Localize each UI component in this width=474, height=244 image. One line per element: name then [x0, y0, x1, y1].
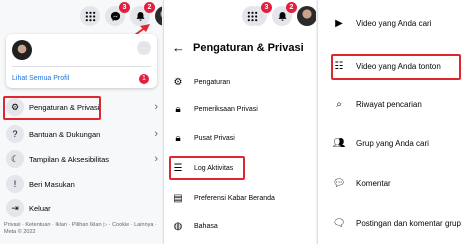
- profile-avatar-button[interactable]: [155, 6, 162, 26]
- notifications-icon[interactable]: 2: [272, 2, 297, 26]
- menu-item-logout[interactable]: ⇥ Keluar: [2, 197, 158, 219]
- settings-item-language[interactable]: ◍ Bahasa: [170, 215, 218, 237]
- account-menu-panel: 3 2 Lihat Semua Profil 1 ⚙ Pengaturan & …: [0, 0, 162, 244]
- item-label: Pengaturan: [194, 78, 231, 86]
- globe-icon: ◍: [173, 220, 183, 232]
- messenger-badge: 3: [261, 2, 272, 13]
- lock-icon: 🔒︎: [175, 132, 181, 144]
- menu-grid-icon[interactable]: [80, 6, 100, 26]
- item-label: Grup yang Anda cari: [356, 138, 429, 148]
- item-label: Bahasa: [194, 222, 218, 230]
- menu-item-display-accessibility[interactable]: ☾ Tampilan & Aksesibilitas ›: [2, 148, 158, 170]
- lock-icon: 🔒︎: [175, 103, 181, 115]
- feedback-icon: !: [6, 175, 24, 193]
- settings-privacy-panel: 3 2 ← Pengaturan & Privasi ⚙ Pengaturan …: [163, 0, 316, 244]
- item-label: Pusat Privasi: [194, 134, 235, 142]
- back-arrow-icon[interactable]: ←: [172, 40, 185, 55]
- menu-item-help-support[interactable]: ? Bantuan & Dukungan ›: [2, 123, 158, 145]
- notifications-badge: 2: [286, 2, 297, 13]
- page-title: Pengaturan & Privasi: [193, 41, 304, 54]
- profile-avatar[interactable]: [12, 40, 32, 60]
- settings-item-privacy-center[interactable]: 🔒︎ Pusat Privasi: [170, 127, 235, 149]
- menu-label: Keluar: [29, 203, 51, 213]
- chevron-right-icon: ›: [154, 153, 158, 165]
- activity-item-videos-searched[interactable]: ▶ Video yang Anda cari: [332, 12, 431, 34]
- menu-label: Beri Masukan: [29, 179, 75, 189]
- see-all-profiles-link[interactable]: Lihat Semua Profil: [12, 75, 69, 82]
- settings-item-privacy-checkup[interactable]: 🔒︎ Pemeriksaan Privasi: [170, 98, 258, 120]
- logout-icon: ⇥: [6, 199, 24, 217]
- item-label: Riwayat pencarian: [356, 99, 422, 109]
- item-label: Preferensi Kabar Beranda: [194, 194, 275, 202]
- comment-icon: 💬︎: [332, 177, 346, 189]
- menu-item-give-feedback[interactable]: ! Beri Masukan: [2, 173, 158, 195]
- messenger-badge: 3: [119, 2, 130, 13]
- menu-label: Bantuan & Dukungan: [29, 129, 101, 139]
- settings-item-pengaturan[interactable]: ⚙ Pengaturan: [170, 71, 231, 93]
- activity-item-group-posts-comments[interactable]: 🗨︎ Postingan dan komentar grup: [332, 212, 461, 234]
- activity-item-search-history[interactable]: ⌕ Riwayat pencarian: [332, 93, 422, 115]
- gear-icon: ⚙: [173, 76, 183, 88]
- divider: [12, 66, 151, 67]
- notifications-badge: 2: [144, 2, 155, 13]
- chevron-right-icon: ›: [154, 101, 158, 113]
- moon-icon: ☾: [6, 150, 24, 168]
- item-label: Komentar: [356, 178, 391, 188]
- feed-icon: ▤: [173, 192, 183, 204]
- item-label: Postingan dan komentar grup: [356, 218, 461, 228]
- highlight-box: [169, 156, 245, 180]
- group-comment-icon: 🗨︎: [332, 217, 346, 229]
- activity-item-comments[interactable]: 💬︎ Komentar: [332, 172, 391, 194]
- menu-grid-icon[interactable]: [242, 6, 262, 26]
- activity-log-panel: ▶ Video yang Anda cari ☷ Video yang Anda…: [317, 0, 474, 244]
- messenger-icon[interactable]: 3: [105, 2, 130, 26]
- profile-avatar-button[interactable]: [297, 6, 316, 26]
- profiles-badge: 1: [139, 74, 149, 84]
- item-label: Video yang Anda cari: [356, 18, 432, 28]
- menu-label: Tampilan & Aksesibilitas: [29, 154, 110, 164]
- activity-item-groups-searched[interactable]: 👥︎ Grup yang Anda cari: [332, 132, 429, 154]
- footer-links[interactable]: Privasi · Ketentuan · Iklan · Pilihan Ik…: [4, 222, 159, 236]
- chevron-right-icon: ›: [154, 128, 158, 140]
- settings-header: ← Pengaturan & Privasi: [172, 40, 304, 55]
- item-label: Pemeriksaan Privasi: [194, 105, 258, 113]
- group-icon: 👥︎: [332, 137, 346, 149]
- help-icon: ?: [6, 125, 24, 143]
- settings-item-feed-preferences[interactable]: ▤ Preferensi Kabar Beranda: [170, 187, 275, 209]
- video-icon: ▶: [335, 17, 343, 29]
- profile-card: Lihat Semua Profil 1: [6, 34, 157, 88]
- highlight-box: [3, 96, 101, 120]
- switch-profile-icon[interactable]: [137, 41, 151, 55]
- search-icon: ⌕: [336, 98, 342, 110]
- highlight-box: [331, 54, 461, 80]
